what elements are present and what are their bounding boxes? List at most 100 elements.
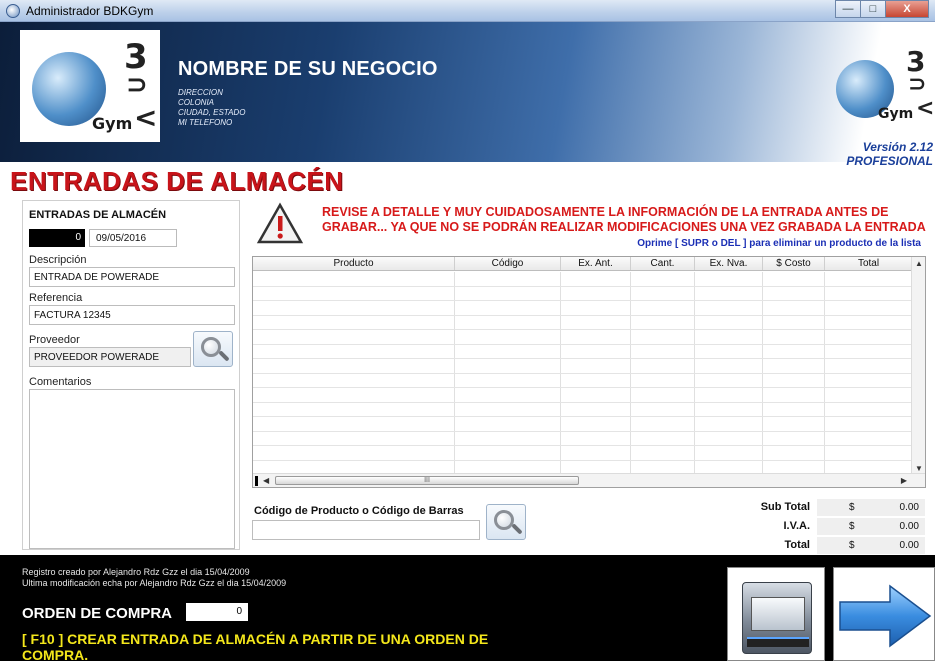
- table-cell[interactable]: [825, 388, 913, 402]
- table-cell[interactable]: [825, 272, 913, 286]
- table-cell[interactable]: [695, 402, 763, 416]
- table-cell[interactable]: [763, 446, 825, 460]
- table-cell[interactable]: [695, 344, 763, 358]
- table-cell[interactable]: [763, 402, 825, 416]
- table-cell[interactable]: [561, 417, 631, 431]
- table-cell[interactable]: [695, 431, 763, 445]
- product-code-input[interactable]: [252, 520, 480, 540]
- table-cell[interactable]: [631, 344, 695, 358]
- maximize-button[interactable]: □: [860, 0, 886, 18]
- table-cell[interactable]: [561, 301, 631, 315]
- table-cell[interactable]: [455, 272, 561, 286]
- col-total[interactable]: Total: [825, 257, 913, 270]
- table-cell[interactable]: [631, 330, 695, 344]
- table-cell[interactable]: [455, 388, 561, 402]
- table-cell[interactable]: [763, 417, 825, 431]
- table-cell[interactable]: [561, 315, 631, 329]
- table-cell[interactable]: [825, 359, 913, 373]
- col-codigo[interactable]: Código: [455, 257, 561, 270]
- table-cell[interactable]: [561, 388, 631, 402]
- table-cell[interactable]: [825, 402, 913, 416]
- close-button[interactable]: X: [885, 0, 929, 18]
- table-cell[interactable]: [763, 388, 825, 402]
- table-cell[interactable]: [763, 330, 825, 344]
- description-field[interactable]: ENTRADA DE POWERADE: [29, 267, 235, 287]
- table-cell[interactable]: [695, 359, 763, 373]
- table-cell[interactable]: [631, 286, 695, 300]
- table-cell[interactable]: [455, 431, 561, 445]
- table-cell[interactable]: [253, 330, 455, 344]
- col-producto[interactable]: Producto: [253, 257, 455, 270]
- table-cell[interactable]: [253, 301, 455, 315]
- table-cell[interactable]: [825, 460, 913, 474]
- table-cell[interactable]: [561, 446, 631, 460]
- table-row[interactable]: [253, 344, 913, 359]
- purchase-order-input[interactable]: 0: [186, 603, 248, 621]
- table-cell[interactable]: [825, 344, 913, 358]
- table-cell[interactable]: [455, 301, 561, 315]
- col-ex-nva[interactable]: Ex. Nva.: [695, 257, 763, 270]
- f10-create-from-order[interactable]: [ F10 ] CREAR ENTRADA DE ALMACÉN A PARTI…: [22, 631, 492, 661]
- table-row[interactable]: [253, 315, 913, 330]
- table-row[interactable]: [253, 301, 913, 316]
- table-cell[interactable]: [695, 460, 763, 474]
- col-cant[interactable]: Cant.: [631, 257, 695, 270]
- table-cell[interactable]: [763, 431, 825, 445]
- table-cell[interactable]: [455, 359, 561, 373]
- table-row[interactable]: [253, 286, 913, 301]
- table-cell[interactable]: [631, 417, 695, 431]
- table-cell[interactable]: [455, 417, 561, 431]
- table-cell[interactable]: [253, 460, 455, 474]
- table-cell[interactable]: [253, 272, 455, 286]
- table-cell[interactable]: [561, 402, 631, 416]
- minimize-button[interactable]: —: [835, 0, 861, 18]
- col-costo[interactable]: $ Costo: [763, 257, 825, 270]
- table-cell[interactable]: [695, 330, 763, 344]
- table-cell[interactable]: [695, 315, 763, 329]
- table-cell[interactable]: [695, 286, 763, 300]
- table-cell[interactable]: [561, 344, 631, 358]
- next-button[interactable]: [833, 567, 935, 661]
- table-cell[interactable]: [631, 402, 695, 416]
- table-cell[interactable]: [763, 373, 825, 387]
- table-cell[interactable]: [825, 417, 913, 431]
- table-cell[interactable]: [455, 344, 561, 358]
- table-row[interactable]: [253, 417, 913, 432]
- table-cell[interactable]: [825, 446, 913, 460]
- table-cell[interactable]: [253, 286, 455, 300]
- save-button[interactable]: [727, 567, 825, 661]
- reference-field[interactable]: FACTURA 12345: [29, 305, 235, 325]
- table-cell[interactable]: [695, 272, 763, 286]
- table-cell[interactable]: [695, 388, 763, 402]
- table-cell[interactable]: [253, 446, 455, 460]
- table-cell[interactable]: [631, 446, 695, 460]
- table-cell[interactable]: [631, 431, 695, 445]
- table-cell[interactable]: [825, 373, 913, 387]
- table-cell[interactable]: [631, 460, 695, 474]
- products-grid[interactable]: Producto Código Ex. Ant. Cant. Ex. Nva. …: [252, 256, 926, 488]
- table-cell[interactable]: [825, 330, 913, 344]
- table-cell[interactable]: [253, 431, 455, 445]
- table-cell[interactable]: [455, 330, 561, 344]
- table-cell[interactable]: [253, 344, 455, 358]
- table-cell[interactable]: [253, 359, 455, 373]
- table-cell[interactable]: [763, 460, 825, 474]
- table-cell[interactable]: [253, 417, 455, 431]
- table-cell[interactable]: [561, 330, 631, 344]
- table-cell[interactable]: [561, 431, 631, 445]
- table-cell[interactable]: [631, 388, 695, 402]
- table-cell[interactable]: [695, 301, 763, 315]
- table-cell[interactable]: [763, 301, 825, 315]
- entry-date-field[interactable]: 09/05/2016: [89, 229, 177, 247]
- table-cell[interactable]: [561, 272, 631, 286]
- table-cell[interactable]: [253, 373, 455, 387]
- table-cell[interactable]: [253, 402, 455, 416]
- table-cell[interactable]: [253, 315, 455, 329]
- table-row[interactable]: [253, 272, 913, 287]
- table-cell[interactable]: [763, 315, 825, 329]
- table-cell[interactable]: [455, 446, 561, 460]
- table-cell[interactable]: [763, 344, 825, 358]
- table-cell[interactable]: [631, 272, 695, 286]
- table-cell[interactable]: [561, 460, 631, 474]
- table-cell[interactable]: [253, 388, 455, 402]
